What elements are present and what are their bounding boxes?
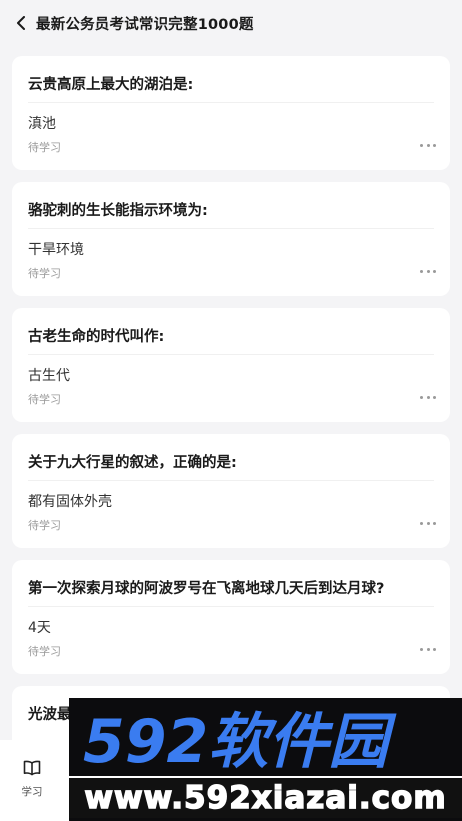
tab-study[interactable]: 学习 [12, 760, 52, 799]
status-label: 待学习 [28, 141, 61, 154]
question-card[interactable]: 骆驼刺的生长能指示环境为: 干旱环境 待学习 [12, 182, 450, 296]
question-text: 骆驼刺的生长能指示环境为: [28, 203, 208, 219]
status-label: 待学习 [28, 645, 61, 658]
question-text: 光波最 [28, 707, 72, 723]
question-card[interactable]: 第一次探索月球的阿波罗号在飞离地球几天后到达月球? 4天 待学习 [12, 560, 450, 674]
status-label: 待学习 [28, 393, 61, 406]
divider [28, 228, 434, 229]
status-label: 待学习 [28, 267, 61, 280]
more-options-icon[interactable] [420, 266, 436, 276]
question-text: 古老生命的时代叫作: [28, 329, 165, 345]
watermark-logo: 592软件园 [83, 707, 397, 774]
question-text: 第一次探索月球的阿波罗号在飞离地球几天后到达月球? [28, 581, 385, 597]
question-text: 关于九大行星的叙述，正确的是: [28, 455, 237, 471]
page-title: 最新公务员考试常识完整1000题 [36, 16, 254, 33]
more-options-icon[interactable] [420, 518, 436, 528]
answer-text: 干旱环境 [28, 242, 84, 258]
answer-text: 滇池 [28, 116, 56, 132]
more-options-icon[interactable] [420, 140, 436, 150]
answer-text: 都有固体外壳 [28, 494, 112, 510]
watermark-logo-text: 592软件园 [83, 707, 397, 774]
divider [28, 102, 434, 103]
header-bar: 最新公务员考试常识完整1000题 [0, 0, 462, 46]
tab-study-label: 学习 [21, 786, 43, 798]
question-card[interactable]: 关于九大行星的叙述，正确的是: 都有固体外壳 待学习 [12, 434, 450, 548]
answer-text: 古生代 [28, 368, 70, 384]
more-options-icon[interactable] [420, 644, 436, 654]
divider [28, 480, 434, 481]
question-list: 云贵高原上最大的湖泊是: 滇池 待学习 骆驼刺的生长能指示环境为: 干旱环境 待… [12, 56, 450, 746]
status-label: 待学习 [28, 519, 61, 532]
divider [28, 354, 434, 355]
question-card[interactable]: 云贵高原上最大的湖泊是: 滇池 待学习 [12, 56, 450, 170]
book-icon [23, 760, 41, 780]
answer-text: 4天 [28, 620, 51, 636]
divider [28, 606, 434, 607]
question-card[interactable]: 古老生命的时代叫作: 古生代 待学习 [12, 308, 450, 422]
question-text: 云贵高原上最大的湖泊是: [28, 77, 194, 93]
back-chevron-icon[interactable] [14, 16, 28, 30]
watermark: 592软件园 www.592xiazai.com [69, 698, 462, 821]
watermark-url: www.592xiazai.com [69, 776, 462, 818]
more-options-icon[interactable] [420, 392, 436, 402]
